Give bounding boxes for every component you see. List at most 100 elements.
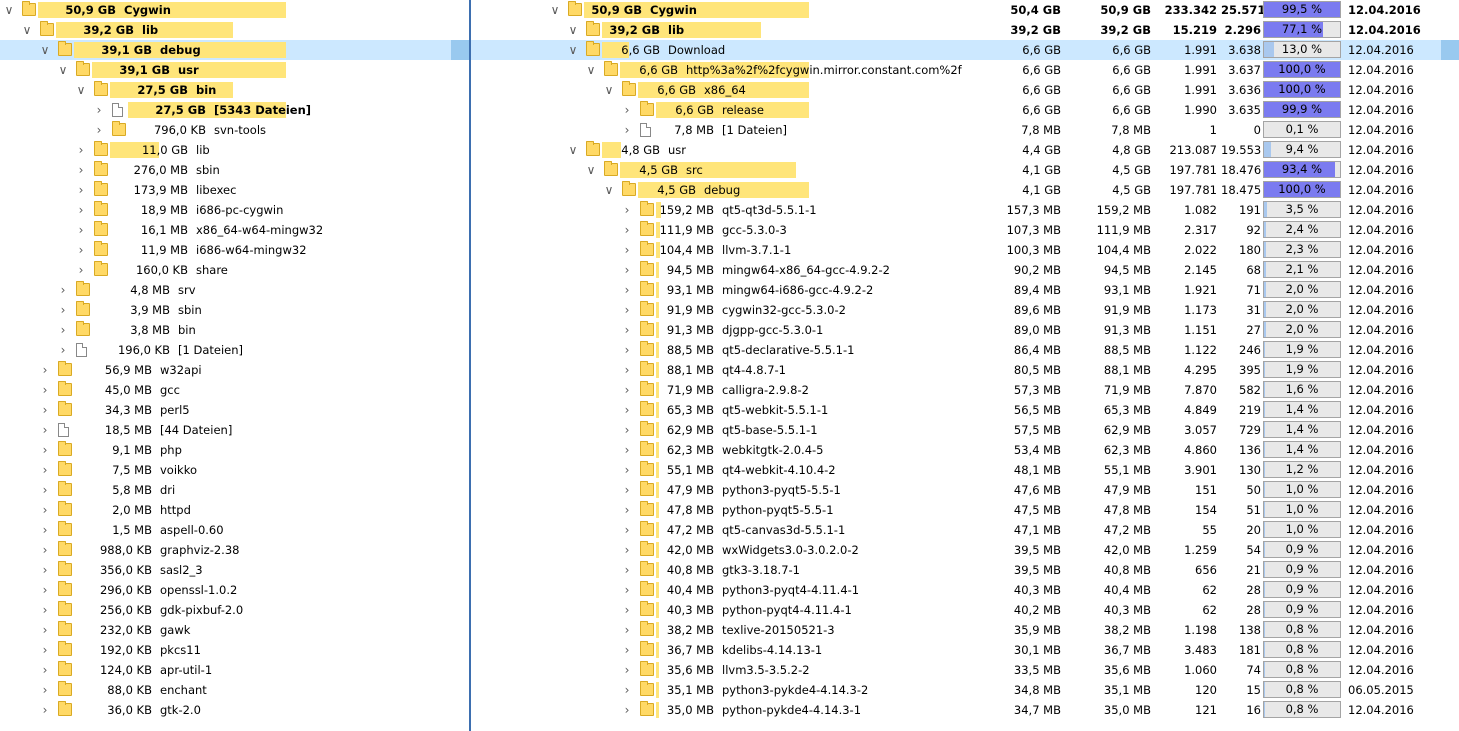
collapsed-chevron-icon[interactable]: › [38,520,52,540]
collapsed-chevron-icon[interactable]: › [620,480,634,500]
expanded-chevron-icon[interactable]: ∨ [584,160,598,180]
tree-row[interactable]: ∨ 50,9 GB Cygwin [0,0,469,20]
collapsed-chevron-icon[interactable]: › [74,240,88,260]
tree-row[interactable]: › 65,3 MB qt5-webkit-5.5.1-1 56,5 MB 65,3 MB… [471,400,1459,420]
collapsed-chevron-icon[interactable]: › [620,260,634,280]
collapsed-chevron-icon[interactable]: › [92,120,106,140]
expanded-chevron-icon[interactable]: ∨ [602,180,616,200]
tree-row[interactable]: › 88,0 KB enchant [0,680,469,700]
collapsed-chevron-icon[interactable]: › [620,420,634,440]
tree-row[interactable]: › 35,6 MB llvm3.5-3.5.2-2 33,5 MB 35,6 MB 1.0… [471,660,1459,680]
expanded-chevron-icon[interactable]: ∨ [584,60,598,80]
collapsed-chevron-icon[interactable]: › [38,360,52,380]
tree-row[interactable]: › 276,0 MB sbin [0,160,469,180]
tree-row[interactable]: ∨ 39,1 GB debug [0,40,469,60]
tree-row[interactable]: › 56,9 MB w32api [0,360,469,380]
tree-row[interactable]: › 159,2 MB qt5-qt3d-5.5.1-1 157,3 MB 159,2 M… [471,200,1459,220]
collapsed-chevron-icon[interactable]: › [38,600,52,620]
tree-row[interactable]: › 34,3 MB perl5 [0,400,469,420]
collapsed-chevron-icon[interactable]: › [56,340,70,360]
collapsed-chevron-icon[interactable]: › [74,180,88,200]
tree-row[interactable]: › 47,9 MB python3-pyqt5-5.5-1 47,6 MB 47,9 M… [471,480,1459,500]
tree-row[interactable]: › 4,8 MB srv [0,280,469,300]
tree-row[interactable]: › 7,8 MB [1 Dateien] 7,8 MB 7,8 MB 1 0 0,1 % 12.… [471,120,1459,140]
collapsed-chevron-icon[interactable]: › [620,200,634,220]
tree-row[interactable]: › 256,0 KB gdk-pixbuf-2.0 [0,600,469,620]
tree-row[interactable]: › 71,9 MB calligra-2.9.8-2 57,3 MB 71,9 MB 7.… [471,380,1459,400]
collapsed-chevron-icon[interactable]: › [620,100,634,120]
expanded-chevron-icon[interactable]: ∨ [566,40,580,60]
collapsed-chevron-icon[interactable]: › [620,520,634,540]
tree-row[interactable]: ∨ 39,2 GB lib 39,2 GB 39,2 GB 15.219 2.296 77,1… [471,20,1459,40]
collapsed-chevron-icon[interactable]: › [38,400,52,420]
collapsed-chevron-icon[interactable]: › [620,540,634,560]
tree-row[interactable]: › 42,0 MB wxWidgets3.0-3.0.2.0-2 39,5 MB 42,… [471,540,1459,560]
collapsed-chevron-icon[interactable]: › [38,580,52,600]
collapsed-chevron-icon[interactable]: › [74,140,88,160]
tree-row[interactable]: › 988,0 KB graphviz-2.38 [0,540,469,560]
tree-row[interactable]: › 55,1 MB qt4-webkit-4.10.4-2 48,1 MB 55,1 M… [471,460,1459,480]
collapsed-chevron-icon[interactable]: › [92,100,106,120]
collapsed-chevron-icon[interactable]: › [620,340,634,360]
expanded-chevron-icon[interactable]: ∨ [602,80,616,100]
collapsed-chevron-icon[interactable]: › [620,380,634,400]
tree-row[interactable]: › 3,8 MB bin [0,320,469,340]
collapsed-chevron-icon[interactable]: › [38,560,52,580]
collapsed-chevron-icon[interactable]: › [620,220,634,240]
tree-row[interactable]: › 104,4 MB llvm-3.7.1-1 100,3 MB 104,4 MB 2.0… [471,240,1459,260]
tree-row[interactable]: ∨ 6,6 GB x86_64 6,6 GB 6,6 GB 1.991 3.636 100,0… [471,80,1459,100]
tree-row[interactable]: › 27,5 GB [5343 Dateien] [0,100,469,120]
tree-row[interactable]: › 124,0 KB apr-util-1 [0,660,469,680]
collapsed-chevron-icon[interactable]: › [620,460,634,480]
collapsed-chevron-icon[interactable]: › [74,220,88,240]
tree-row[interactable]: › 18,5 MB [44 Dateien] [0,420,469,440]
tree-row[interactable]: › 47,8 MB python-pyqt5-5.5-1 47,5 MB 47,8 MB… [471,500,1459,520]
collapsed-chevron-icon[interactable]: › [38,700,52,720]
tree-row[interactable]: › 173,9 MB libexec [0,180,469,200]
tree-row[interactable]: › 45,0 MB gcc [0,380,469,400]
expanded-chevron-icon[interactable]: ∨ [566,140,580,160]
tree-row[interactable]: › 356,0 KB sasl2_3 [0,560,469,580]
tree-row[interactable]: › 6,6 GB release 6,6 GB 6,6 GB 1.990 3.635 99,9… [471,100,1459,120]
collapsed-chevron-icon[interactable]: › [38,540,52,560]
tree-row[interactable]: › 62,3 MB webkitgtk-2.0.4-5 53,4 MB 62,3 MB 4… [471,440,1459,460]
collapsed-chevron-icon[interactable]: › [38,480,52,500]
tree-row[interactable]: › 7,5 MB voikko [0,460,469,480]
tree-row[interactable]: › 38,2 MB texlive-20150521-3 35,9 MB 38,2 MB… [471,620,1459,640]
tree-row[interactable]: › 196,0 KB [1 Dateien] [0,340,469,360]
collapsed-chevron-icon[interactable]: › [620,240,634,260]
collapsed-chevron-icon[interactable]: › [38,660,52,680]
tree-row[interactable]: › 35,1 MB python3-pykde4-4.14.3-2 34,8 MB 35… [471,680,1459,700]
collapsed-chevron-icon[interactable]: › [620,660,634,680]
collapsed-chevron-icon[interactable]: › [620,280,634,300]
collapsed-chevron-icon[interactable]: › [38,620,52,640]
collapsed-chevron-icon[interactable]: › [620,700,634,720]
expanded-chevron-icon[interactable]: ∨ [38,40,52,60]
tree-row[interactable]: › 47,2 MB qt5-canvas3d-5.5.1-1 47,1 MB 47,2 … [471,520,1459,540]
tree-row[interactable]: › 35,0 MB python-pykde4-4.14.3-1 34,7 MB 35,… [471,700,1459,720]
collapsed-chevron-icon[interactable]: › [38,380,52,400]
tree-row[interactable]: › 1,5 MB aspell-0.60 [0,520,469,540]
collapsed-chevron-icon[interactable]: › [38,440,52,460]
collapsed-chevron-icon[interactable]: › [620,560,634,580]
collapsed-chevron-icon[interactable]: › [56,320,70,340]
collapsed-chevron-icon[interactable]: › [620,600,634,620]
tree-row[interactable]: ∨ 4,5 GB src 4,1 GB 4,5 GB 197.781 18.476 93,4 … [471,160,1459,180]
tree-row[interactable]: › 91,3 MB djgpp-gcc-5.3.0-1 89,0 MB 91,3 MB 1… [471,320,1459,340]
tree-row[interactable]: › 2,0 MB httpd [0,500,469,520]
collapsed-chevron-icon[interactable]: › [38,640,52,660]
tree-row[interactable]: › 192,0 KB pkcs11 [0,640,469,660]
tree-row[interactable]: › 3,9 MB sbin [0,300,469,320]
tree-row[interactable]: ∨ 39,2 GB lib [0,20,469,40]
expanded-chevron-icon[interactable]: ∨ [56,60,70,80]
right-tree-pane[interactable]: ∨ 50,9 GB Cygwin 50,4 GB 50,9 GB 233.342 25.57… [471,0,1459,731]
tree-row[interactable]: › 9,1 MB php [0,440,469,460]
collapsed-chevron-icon[interactable]: › [74,160,88,180]
tree-row[interactable]: › 160,0 KB share [0,260,469,280]
tree-row[interactable]: › 36,0 KB gtk-2.0 [0,700,469,720]
tree-row[interactable]: › 40,3 MB python-pyqt4-4.11.4-1 40,2 MB 40,3… [471,600,1459,620]
tree-row[interactable]: ∨ 27,5 GB bin [0,80,469,100]
collapsed-chevron-icon[interactable]: › [38,500,52,520]
collapsed-chevron-icon[interactable]: › [620,500,634,520]
tree-row[interactable]: › 40,4 MB python3-pyqt4-4.11.4-1 40,3 MB 40,… [471,580,1459,600]
